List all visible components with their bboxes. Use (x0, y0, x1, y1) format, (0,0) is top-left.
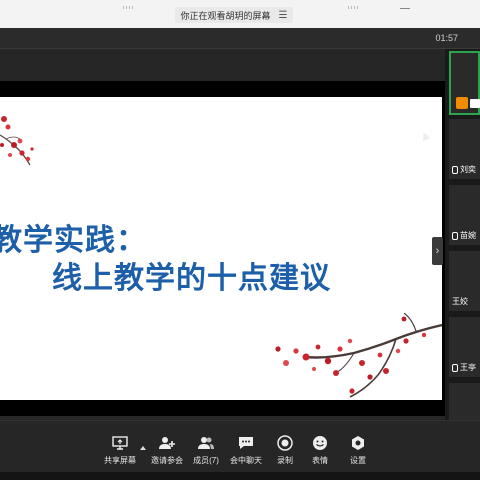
participant-tile[interactable]: 刘奕 (449, 119, 480, 179)
reaction-label: 表情 (312, 456, 328, 465)
participant-tile[interactable]: 王亭 (449, 317, 480, 377)
smiley-icon (312, 435, 328, 451)
window-handle-left (123, 6, 133, 9)
mic-icon (452, 165, 458, 174)
participant-name: 苗婉 (460, 231, 476, 240)
members-icon (198, 435, 214, 451)
plum-blossom-branch-image (0, 116, 34, 166)
gear-icon (350, 435, 366, 451)
system-topbar: 你正在观看胡玥的屏幕 ☰ (0, 0, 480, 28)
settings-button[interactable]: 设置 (336, 435, 380, 466)
participants-panel: 刘奕 苗婉 王姣 王亭 (445, 49, 480, 420)
monitor-icon (112, 435, 128, 451)
invite-label: 邀请参会 (151, 456, 183, 465)
participant-name: 王姣 (452, 297, 468, 306)
members-button[interactable]: 成员(7) (184, 435, 228, 466)
chat-icon (238, 435, 254, 451)
share-screen-label: 共享屏幕 (104, 456, 136, 465)
shared-screen-area[interactable]: 教学实践： 线上教学的十点建议 (0, 49, 445, 420)
participant-tile[interactable]: 苗婉 (449, 185, 480, 245)
slide-title-line2: 线上教学的十点建议 (52, 262, 331, 295)
settings-label: 设置 (350, 456, 366, 465)
screen-share-banner-text: 你正在观看胡玥的屏幕 (180, 10, 271, 21)
invite-button[interactable]: 邀请参会 (145, 435, 189, 466)
meeting-header: 01:57 (0, 28, 480, 49)
meeting-toolbar: 共享屏幕 邀请参会 成员(7) 会中聊天 录制 表情 设置 (0, 420, 480, 473)
meeting-timer: 01:57 (435, 33, 458, 43)
add-user-icon (159, 435, 175, 451)
plum-blossom-branch-image (275, 313, 442, 398)
participant-tile-active[interactable] (449, 51, 480, 115)
mic-icon (452, 231, 458, 240)
participant-name: 刘奕 (460, 165, 476, 174)
chat-button[interactable]: 会中聊天 (224, 435, 268, 466)
chevron-right-icon[interactable]: › (432, 237, 443, 265)
mic-icon (456, 97, 468, 109)
record-label: 录制 (277, 456, 293, 465)
taskbar-strip (0, 472, 480, 480)
members-label: 成员(7) (193, 456, 219, 465)
record-icon (277, 435, 293, 451)
window-handle-right (348, 6, 358, 9)
slide-frame: 教学实践： 线上教学的十点建议 (0, 81, 445, 416)
participant-tile[interactable] (449, 383, 480, 420)
presentation-slide: 教学实践： 线上教学的十点建议 (0, 97, 442, 400)
participant-tile[interactable]: 王姣 (449, 251, 480, 311)
mic-icon (452, 363, 458, 372)
participant-name: 王亭 (460, 363, 476, 372)
chat-label: 会中聊天 (230, 456, 262, 465)
screen-share-icon (470, 99, 480, 108)
share-screen-button[interactable]: 共享屏幕 (98, 435, 142, 466)
screen-share-banner[interactable]: 你正在观看胡玥的屏幕 ☰ (175, 7, 293, 23)
list-icon[interactable]: ☰ (279, 10, 288, 21)
minimize-icon[interactable] (400, 8, 410, 9)
